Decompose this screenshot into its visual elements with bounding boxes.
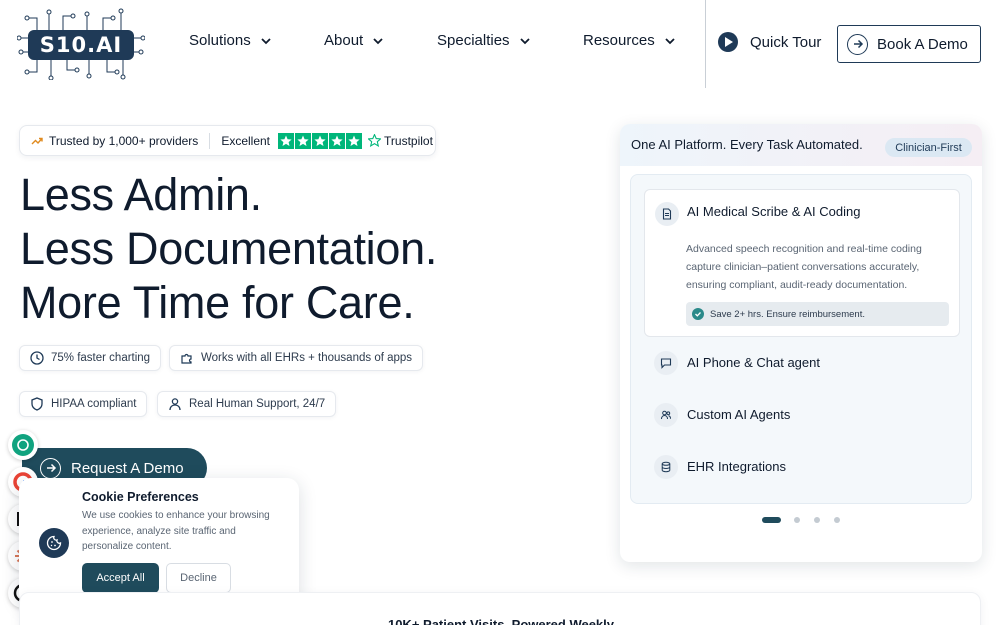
trustpilot-stars xyxy=(278,132,363,149)
headline-line: Less Admin. xyxy=(20,169,262,220)
rating-label: Excellent xyxy=(221,133,271,148)
feature-row-label: AI Phone & Chat agent xyxy=(687,355,820,370)
site-header: S10.AI Solutions About Specialties Resou… xyxy=(0,0,1000,88)
s10-logo[interactable]: S10.AI xyxy=(17,8,145,80)
quick-tour-label: Quick Tour xyxy=(750,33,822,51)
cookie-text: We use cookies to enhance your browsing … xyxy=(82,510,270,552)
trustpilot-brand[interactable]: Trustpilot xyxy=(368,134,433,148)
star-icon xyxy=(329,132,346,149)
chevron-down-icon xyxy=(519,37,530,44)
clock-icon xyxy=(30,351,44,365)
star-icon xyxy=(346,132,363,149)
panel-header: One AI Platform. Every Task Automated. C… xyxy=(620,124,982,166)
book-demo-label: Book A Demo xyxy=(877,35,968,53)
feature-row-custom-agents[interactable]: Custom AI Agents xyxy=(644,393,960,437)
nav-label: About xyxy=(324,32,364,49)
document-icon xyxy=(655,202,679,226)
feature-row-ehr[interactable]: EHR Integrations xyxy=(644,445,960,489)
user-icon xyxy=(169,398,181,411)
feature-description: Advanced speech recognition and real-tim… xyxy=(686,243,922,291)
trust-bar: Trusted by 1,000+ providers Excellent Tr… xyxy=(19,125,436,156)
stats-title: 10K+ Patient Visits, Powered Weekly xyxy=(387,617,615,625)
feature-row-phone-chat[interactable]: AI Phone & Chat agent xyxy=(644,341,960,385)
feature-chip: 75% faster charting xyxy=(19,345,162,371)
puzzle-icon xyxy=(181,353,192,364)
users-icon xyxy=(654,403,678,427)
feature-card-scribe[interactable]: AI Medical Scribe & AI Coding Advanced s… xyxy=(644,189,960,337)
panel-title: One AI Platform. Every Task Automated. xyxy=(631,137,863,152)
chevron-down-icon xyxy=(373,37,383,44)
nav-label: Solutions xyxy=(189,32,251,49)
headline-line: More Time for Care. xyxy=(20,277,415,328)
cookie-banner: Cookie Preferences We use cookies to enh… xyxy=(19,478,299,605)
request-demo-label: Request A Demo xyxy=(71,459,184,477)
nav-solutions[interactable]: Solutions xyxy=(189,32,273,49)
stats-card: 10K+ Patient Visits, Powered Weekly xyxy=(19,592,981,625)
carousel-dot-active[interactable] xyxy=(762,517,781,523)
star-icon xyxy=(312,132,329,149)
trustpilot-star-icon xyxy=(368,134,382,147)
trending-up-icon xyxy=(31,137,43,144)
trusted-text: Trusted by 1,000+ providers xyxy=(49,133,199,148)
feature-chip: Real Human Support, 24/7 xyxy=(157,391,337,417)
nav-label: Resources xyxy=(583,32,655,49)
nav-label: Specialties xyxy=(437,32,510,49)
check-circle-icon xyxy=(692,308,704,320)
chat-icon xyxy=(654,351,678,375)
accept-all-button[interactable]: Accept All xyxy=(82,563,159,593)
headline-line: Less Documentation. xyxy=(20,223,438,274)
chevron-down-icon xyxy=(261,37,271,44)
database-icon xyxy=(654,455,678,479)
benefit-pill: Save 2+ hrs. Ensure reimbursement. xyxy=(686,302,949,326)
arrow-right-icon xyxy=(847,33,868,55)
feature-chip: HIPAA compliant xyxy=(19,391,148,417)
book-demo-button[interactable]: Book A Demo xyxy=(837,25,981,63)
nav-divider xyxy=(705,0,706,88)
carousel-dot[interactable] xyxy=(814,517,820,523)
chatgpt-icon[interactable] xyxy=(8,430,38,460)
carousel-dots xyxy=(620,516,982,524)
shield-icon xyxy=(31,397,43,411)
feature-chip: Works with all EHRs + thousands of apps xyxy=(169,345,424,371)
quick-tour-button[interactable]: Quick Tour xyxy=(718,32,821,52)
arrow-right-icon xyxy=(40,457,61,479)
platform-panel: One AI Platform. Every Task Automated. C… xyxy=(620,124,982,562)
trustpilot-label: Trustpilot xyxy=(384,133,433,148)
carousel-dot[interactable] xyxy=(834,517,840,523)
feature-label: HIPAA compliant xyxy=(51,398,137,410)
feature-label: Real Human Support, 24/7 xyxy=(189,398,326,410)
nav-resources[interactable]: Resources xyxy=(583,32,677,49)
feature-list: AI Medical Scribe & AI Coding Advanced s… xyxy=(630,174,972,504)
benefit-text: Save 2+ hrs. Ensure reimbursement. xyxy=(710,308,865,320)
star-icon xyxy=(295,132,312,149)
cookie-title: Cookie Preferences xyxy=(82,490,199,504)
feature-label: 75% faster charting xyxy=(51,352,151,364)
hero-headline: Less Admin. Less Documentation. More Tim… xyxy=(20,168,437,330)
star-icon xyxy=(278,132,295,149)
trust-divider xyxy=(209,132,211,149)
play-icon xyxy=(718,32,738,52)
nav-specialties[interactable]: Specialties xyxy=(437,32,532,49)
nav-about[interactable]: About xyxy=(324,32,385,49)
clinician-first-badge: Clinician-First xyxy=(885,138,972,157)
cookie-icon xyxy=(39,528,69,558)
feature-title: AI Medical Scribe & AI Coding xyxy=(687,204,861,219)
feature-row-label: EHR Integrations xyxy=(687,459,786,474)
chevron-down-icon xyxy=(665,37,675,44)
carousel-dot[interactable] xyxy=(794,517,800,523)
decline-button[interactable]: Decline xyxy=(166,563,231,593)
feature-row-label: Custom AI Agents xyxy=(687,407,791,422)
logo-text: S10.AI xyxy=(28,30,134,60)
feature-label: Works with all EHRs + thousands of apps xyxy=(201,352,413,364)
